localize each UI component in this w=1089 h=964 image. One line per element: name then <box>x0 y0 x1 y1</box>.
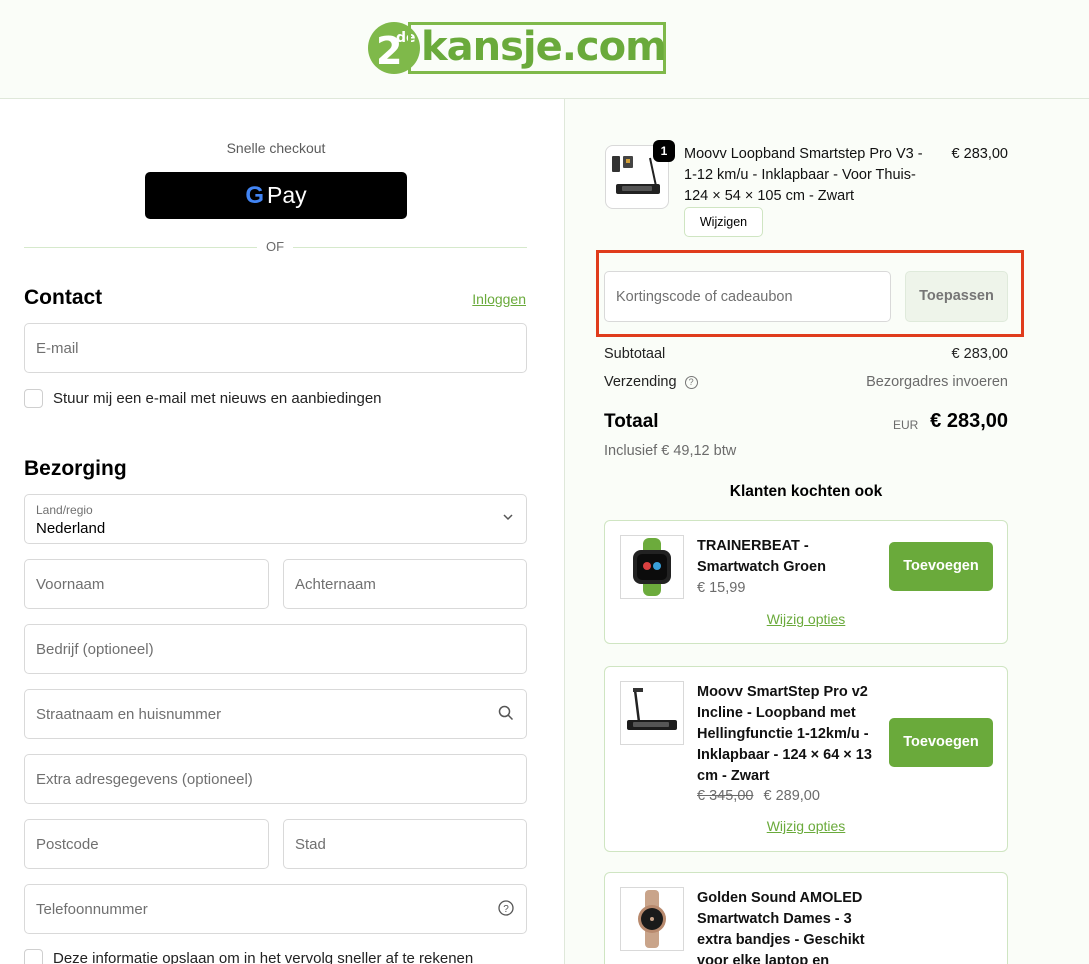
add-upsell-button[interactable]: Toevoegen <box>889 542 993 591</box>
upsell-price: € 345,00 € 289,00 <box>697 788 820 804</box>
postcode-placeholder: Postcode <box>36 836 99 853</box>
upsell-card: TRAINERBEAT - Smartwatch Groen € 15,99 T… <box>604 520 1008 644</box>
total-currency: EUR <box>893 418 919 432</box>
change-options-link[interactable]: Wijzig opties <box>605 818 1007 834</box>
upsell-image <box>620 887 684 951</box>
discount-placeholder: Kortingscode of cadeaubon <box>616 289 793 305</box>
search-icon[interactable] <box>498 705 514 725</box>
phone-field[interactable]: Telefoonnummer ? <box>24 884 527 934</box>
upsell-name: Moovv SmartStep Pro v2 Incline - Loopban… <box>697 684 872 784</box>
chevron-down-icon <box>502 510 514 527</box>
google-pay-button[interactable]: G Pay <box>145 172 407 219</box>
street-placeholder: Straatnaam en huisnummer <box>36 706 222 723</box>
upsell-price: € 15,99 <box>697 580 745 596</box>
subtotal-row: Subtotaal € 283,00 <box>604 346 1008 362</box>
upsell-current-price: € 15,99 <box>697 580 746 596</box>
country-value: Nederland <box>36 520 106 537</box>
subtotal-label: Subtotaal <box>604 346 666 362</box>
upsell-name: Golden Sound AMOLED Smartwatch Dames - 3… <box>697 890 865 964</box>
order-summary: 1 Moovv Loopband Smartstep Pro V3 - 1-12… <box>566 99 1089 964</box>
save-info-checkbox[interactable] <box>24 949 43 964</box>
country-label: Land/regio <box>36 503 93 517</box>
shipping-label: Verzending <box>604 374 677 390</box>
newsletter-label: Stuur mij een e-mail met nieuws en aanbi… <box>53 390 382 407</box>
total-value: € 283,00 <box>930 410 1008 432</box>
add-upsell-button[interactable]: Toevoegen <box>889 718 993 767</box>
total-label: Totaal <box>604 411 659 432</box>
subtotal-value: € 283,00 <box>951 346 1008 362</box>
shipping-row: Verzending ? Bezorgadres invoeren <box>604 374 1008 390</box>
first-name-field[interactable]: Voornaam <box>24 559 269 609</box>
email-placeholder: E-mail <box>36 340 79 357</box>
shipping-value: Bezorgadres invoeren <box>866 374 1008 390</box>
or-divider-text: OF <box>257 239 293 254</box>
google-g-icon: G <box>245 181 265 209</box>
upsell-current-price: € 289,00 <box>763 788 820 804</box>
product-price: € 283,00 <box>951 146 1008 162</box>
upsell-image <box>620 681 684 745</box>
quantity-badge: 1 <box>653 140 675 162</box>
country-select[interactable]: Land/regio Nederland <box>24 494 527 544</box>
upsell-old-price: € 345,00 <box>697 788 754 804</box>
city-placeholder: Stad <box>295 836 326 853</box>
express-checkout-label: Snelle checkout <box>226 140 326 156</box>
checkout-form: Snelle checkout G Pay OF Contact Inlogge… <box>0 99 565 964</box>
save-info-label: Deze informatie opslaan om in het vervol… <box>53 950 474 964</box>
upsell-name: TRAINERBEAT - Smartwatch Groen <box>697 538 826 575</box>
company-placeholder: Bedrijf (optioneel) <box>36 641 154 658</box>
tax-line: Inclusief € 49,12 btw <box>604 443 737 459</box>
apply-discount-button[interactable]: Toepassen <box>905 271 1008 322</box>
newsletter-row: Stuur mij een e-mail met nieuws en aanbi… <box>24 389 382 408</box>
contact-title: Contact <box>24 286 103 309</box>
company-field[interactable]: Bedrijf (optioneel) <box>24 624 527 674</box>
shipping-help-icon[interactable]: ? <box>684 376 698 389</box>
logo-text: kansje.com <box>421 24 667 70</box>
help-icon[interactable]: ? <box>498 900 514 920</box>
upsell-image <box>620 535 684 599</box>
extra-address-placeholder: Extra adresgegevens (optioneel) <box>36 771 253 788</box>
edit-product-button[interactable]: Wijzigen <box>684 207 763 237</box>
save-info-row: Deze informatie opslaan om in het vervol… <box>24 949 473 964</box>
upsell-card: Golden Sound AMOLED Smartwatch Dames - 3… <box>604 872 1008 964</box>
phone-placeholder: Telefoonnummer <box>36 901 148 918</box>
extra-address-field[interactable]: Extra adresgegevens (optioneel) <box>24 754 527 804</box>
product-title: Moovv Loopband Smartstep Pro V3 - 1-12 k… <box>684 146 923 204</box>
last-name-placeholder: Achternaam <box>295 576 376 593</box>
email-field[interactable]: E-mail <box>24 323 527 373</box>
discount-code-input[interactable]: Kortingscode of cadeaubon <box>604 271 891 322</box>
svg-text:?: ? <box>503 904 509 915</box>
change-options-link[interactable]: Wijzig opties <box>605 611 1007 627</box>
last-name-field[interactable]: Achternaam <box>283 559 527 609</box>
upsell-title: Klanten kochten ook <box>729 483 883 500</box>
delivery-title: Bezorging <box>24 457 127 480</box>
city-field[interactable]: Stad <box>283 819 527 869</box>
login-link[interactable]: Inloggen <box>472 291 526 307</box>
postcode-field[interactable]: Postcode <box>24 819 269 869</box>
street-field[interactable]: Straatnaam en huisnummer <box>24 689 527 739</box>
upsell-card: Moovv SmartStep Pro v2 Incline - Loopban… <box>604 666 1008 852</box>
header: 2 de kansje.com <box>0 0 1089 99</box>
newsletter-checkbox[interactable] <box>24 389 43 408</box>
logo[interactable]: 2 de kansje.com <box>366 20 667 77</box>
gpay-label: Pay <box>267 182 307 208</box>
first-name-placeholder: Voornaam <box>36 576 105 593</box>
